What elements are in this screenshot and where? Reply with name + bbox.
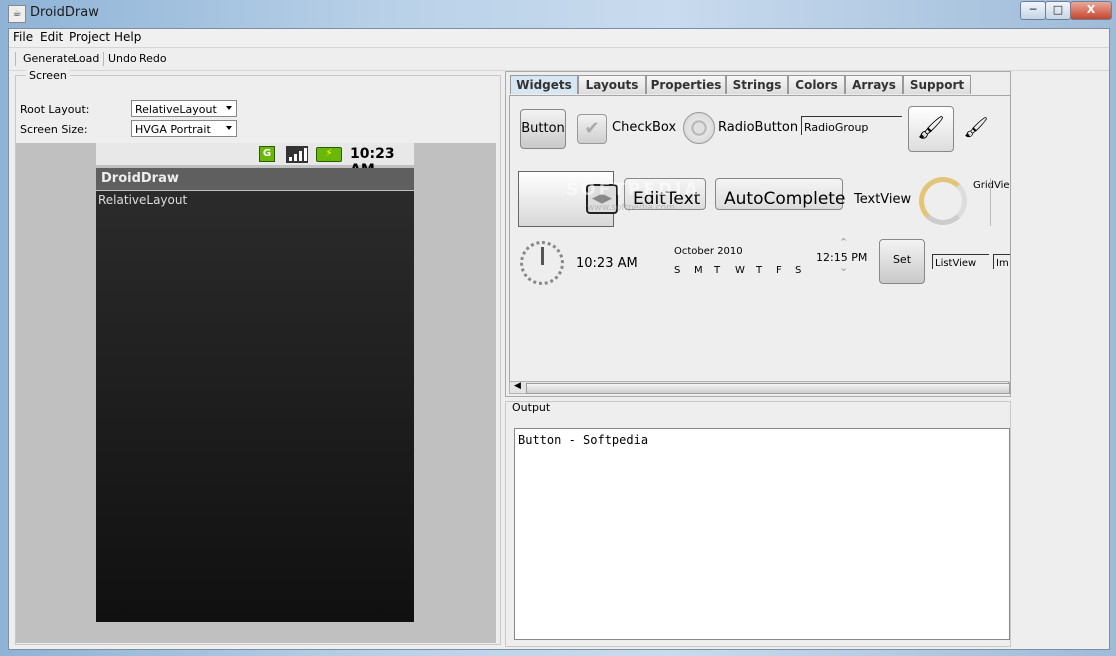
tab-properties[interactable]: Properties <box>646 75 726 94</box>
chevron-up-icon[interactable]: ⌃ <box>839 236 848 249</box>
weekday-label: T <box>756 265 764 276</box>
tab-strings[interactable]: Strings <box>726 75 788 94</box>
menu-bar: File Edit Project Help <box>9 29 1109 47</box>
device-canvas: G ⚡ 10:23 AM DroidDraw RelativeLayout <box>16 143 496 643</box>
load-button[interactable]: Load <box>73 52 99 65</box>
chevron-down-icon <box>226 106 232 110</box>
redo-button[interactable]: Redo <box>139 52 167 65</box>
output-panel: Output Button - Softpedia <box>505 401 1011 647</box>
menu-project[interactable]: Project <box>69 30 110 44</box>
widget-autocomplete[interactable]: AutoComplete <box>715 178 845 210</box>
checkbox-icon[interactable]: ✔ <box>577 114 607 144</box>
menu-file[interactable]: File <box>13 30 33 44</box>
tab-layouts[interactable]: Layouts <box>578 75 646 94</box>
chevron-down-icon[interactable]: ⌄ <box>839 261 848 274</box>
weekday-label: S <box>674 265 682 276</box>
output-textarea[interactable]: Button - Softpedia <box>514 428 1010 640</box>
radio-button-icon[interactable] <box>683 112 715 144</box>
weekday-label: M <box>694 265 704 276</box>
widget-radiobutton[interactable]: RadioButton <box>718 120 798 135</box>
close-button[interactable]: X <box>1070 1 1112 20</box>
window-title: DroidDraw <box>30 5 99 20</box>
menu-help[interactable]: Help <box>114 30 141 44</box>
weekday-label: F <box>776 265 783 276</box>
relative-layout-label: RelativeLayout <box>98 193 188 207</box>
client-area: File Edit Project Help Generate Load Und… <box>8 28 1110 650</box>
title-bar: ☕ DroidDraw ─ □ X <box>0 0 1116 28</box>
device-layout-area[interactable]: RelativeLayout <box>96 191 414 622</box>
widgets-tab-panel: Widgets Layouts Properties Strings Color… <box>505 71 1011 397</box>
weekday-label: W <box>735 265 746 276</box>
screen-size-value: HVGA Portrait <box>135 123 211 136</box>
scrollbar-thumb[interactable] <box>526 383 1010 394</box>
set-button[interactable]: Set <box>879 239 925 284</box>
calendar-month[interactable]: October 2010 <box>674 246 743 257</box>
scroll-left-icon[interactable]: ◀ <box>514 381 521 391</box>
undo-button[interactable]: Undo <box>108 52 137 65</box>
widget-checkbox[interactable]: CheckBox <box>612 120 676 135</box>
toolbar-separator <box>103 52 104 66</box>
paintbrush-icon[interactable]: 🖌 <box>908 106 954 152</box>
tab-widgets[interactable]: Widgets <box>510 75 578 94</box>
softpedia-watermark-url: www.softpedia.com <box>587 203 675 213</box>
palette-scrollbar[interactable]: ◀ <box>509 381 1010 394</box>
maximize-button[interactable]: □ <box>1045 1 1071 20</box>
screen-size-select[interactable]: HVGA Portrait <box>131 120 237 137</box>
widget-button[interactable]: Button <box>520 109 566 149</box>
tab-support[interactable]: Support <box>903 75 971 94</box>
tab-colors[interactable]: Colors <box>788 75 845 94</box>
weekday-label: T <box>714 265 722 276</box>
chevron-down-icon <box>226 126 232 130</box>
screen-size-label: Screen Size: <box>20 123 88 136</box>
widget-palette: Button ✔ CheckBox RadioButton RadioGroup… <box>509 95 1011 383</box>
signal-icon <box>286 146 308 163</box>
battery-charging-icon: ⚡ <box>316 147 342 162</box>
paintbrush-small-icon[interactable]: 🖌 <box>960 111 992 143</box>
toolbar: Generate Load Undo Redo <box>9 47 1109 71</box>
widget-radiogroup[interactable]: RadioGroup <box>801 116 902 135</box>
widget-digital-clock[interactable]: 10:23 AM <box>576 256 638 271</box>
java-app-icon: ☕ <box>8 5 26 23</box>
screen-panel: Screen Root Layout: RelativeLayout Scree… <box>15 69 501 645</box>
toolbar-grip <box>15 52 16 66</box>
weekday-label: S <box>795 265 803 276</box>
screen-legend: Screen <box>26 69 70 82</box>
tab-arrays[interactable]: Arrays <box>845 75 903 94</box>
output-legend: Output <box>512 401 551 414</box>
menu-edit[interactable]: Edit <box>40 30 63 44</box>
root-layout-select[interactable]: RelativeLayout <box>131 100 237 117</box>
analog-clock-icon[interactable] <box>520 241 564 285</box>
app-window: ☕ DroidDraw ─ □ X File Edit Project Help… <box>0 0 1116 656</box>
progress-spinner-icon[interactable] <box>919 177 967 225</box>
calendar-weekdays[interactable]: S M T W T F S <box>674 265 804 279</box>
widget-textview[interactable]: TextView <box>854 192 911 207</box>
widget-imageview[interactable]: Im <box>993 254 1010 269</box>
device-status-bar: G ⚡ 10:23 AM <box>96 143 414 178</box>
network-g-icon: G <box>259 146 275 162</box>
root-layout-label: Root Layout: <box>20 103 90 116</box>
widget-gridview[interactable]: GridVie <box>973 180 1010 191</box>
root-layout-value: RelativeLayout <box>135 103 217 116</box>
minimize-button[interactable]: ─ <box>1020 1 1046 20</box>
generate-button[interactable]: Generate <box>23 52 74 65</box>
gridview-border <box>990 178 991 226</box>
device-app-title: DroidDraw <box>96 168 414 190</box>
softpedia-watermark: SOFTPEDIA <box>566 180 701 200</box>
widget-listview[interactable]: ListView <box>932 254 989 269</box>
